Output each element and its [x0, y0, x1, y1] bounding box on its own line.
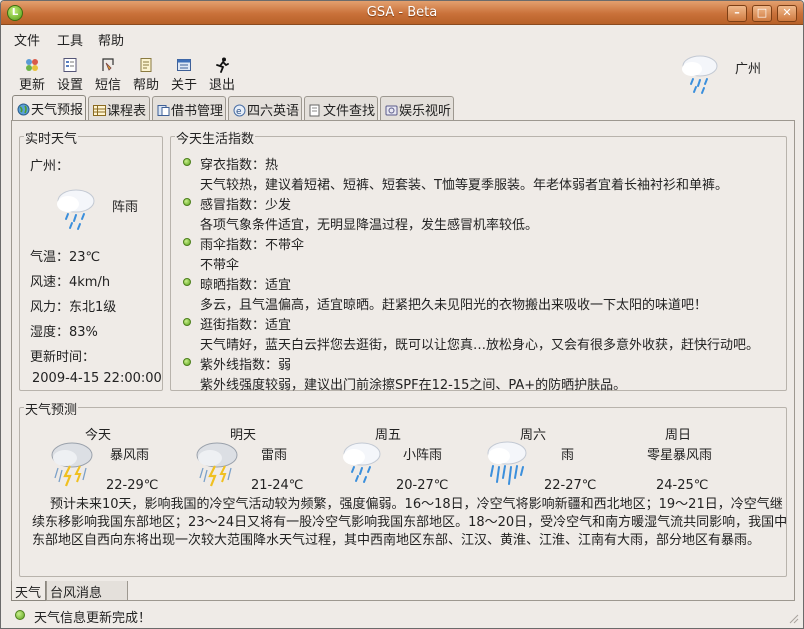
realtime-wind-speed: 风速：4km/h: [30, 275, 111, 290]
svg-text:e: e: [236, 107, 242, 117]
forecast-title: 天气预测: [24, 399, 79, 418]
menu-tools[interactable]: 工具: [57, 30, 83, 49]
file-search-icon: [309, 104, 320, 117]
english-icon: e: [233, 104, 246, 117]
table-icon: [93, 105, 106, 116]
sms-icon: [102, 58, 114, 71]
status-text: 天气信息更新完成！: [34, 611, 152, 626]
globe-icon: [17, 103, 30, 116]
forecast-condition: 雨: [561, 448, 575, 463]
realtime-update-label: 更新时间：: [30, 350, 96, 365]
tab-weather[interactable]: 天气预报: [12, 95, 86, 120]
resize-grip-icon[interactable]: [787, 612, 799, 624]
menu-file[interactable]: 文件: [14, 30, 40, 49]
forecast-temp: 22-29℃: [106, 478, 159, 493]
life-index-desc: 天气较热，建议着短裙、短裤、短套装、T恤等夏季服装。年老体弱者宜着长袖衬衫和单裤…: [200, 178, 728, 193]
tab-weather-info[interactable]: 天气: [11, 581, 46, 601]
forecast-condition: 零星暴风雨: [647, 448, 713, 463]
app-window: L GSA - Beta – □ ✕ 文件 工具 帮助 更新 设置 短信 帮助 …: [0, 0, 804, 629]
life-index-title-text: 晾晒指数：适宜: [200, 278, 292, 293]
realtime-weather-group: 实时天气 广州： 阵雨 气温：23℃ 风速：4km/h 风力：东北1级 湿度：8…: [19, 128, 163, 391]
realtime-temperature: 气温：23℃: [30, 250, 101, 265]
exit-button[interactable]: 退出: [204, 57, 240, 93]
exit-icon: [216, 57, 229, 73]
tab-library[interactable]: 借书管理: [152, 96, 226, 120]
status-bar: 天气信息更新完成！: [1, 603, 803, 627]
close-button[interactable]: ✕: [777, 5, 797, 22]
sms-button[interactable]: 短信: [90, 57, 126, 93]
settings-icon: [63, 58, 77, 72]
realtime-city: 广州：: [30, 159, 70, 174]
forecast-day: 周日: [664, 428, 691, 443]
life-index-title-text: 雨伞指数：不带伞: [200, 238, 305, 253]
settings-button[interactable]: 设置: [52, 57, 88, 93]
realtime-update-time: 2009-4-15 22:00:00: [32, 371, 162, 386]
media-icon: [385, 105, 398, 116]
book-icon: [157, 105, 170, 116]
bullet-icon: [183, 158, 191, 166]
tab-schedule[interactable]: 课程表: [88, 96, 150, 120]
weather-panel: 实时天气 广州： 阵雨 气温：23℃ 风速：4km/h 风力：东北1级 湿度：8…: [11, 120, 795, 601]
forecast-condition: 雷雨: [261, 448, 288, 463]
bullet-icon: [183, 318, 191, 326]
thunderstorm-icon: [196, 442, 238, 487]
maximize-button[interactable]: □: [752, 5, 772, 22]
shower-icon: [682, 55, 718, 94]
life-index-title: 今天生活指数: [175, 128, 256, 147]
about-button[interactable]: 关于: [166, 57, 202, 93]
bullet-icon: [183, 198, 191, 206]
tab-file-search[interactable]: 文件查找: [304, 96, 378, 120]
menu-bar: 文件 工具 帮助: [1, 26, 803, 50]
header-city-name: 广州: [735, 62, 762, 77]
forecast-temp: 22-27℃: [544, 478, 597, 493]
life-index-desc: 多云，且气温偏高，适宜晾晒。赶紧把久未见阳光的衣物搬出来吸收一下太阳的味道吧！: [200, 298, 708, 313]
minimize-button[interactable]: –: [727, 5, 747, 22]
life-index-desc: 不带伞: [200, 258, 240, 273]
thunderstorm-icon: [51, 442, 93, 487]
life-index-desc: 天气晴好，蓝天白云拌您去逛街，既可以让您真…放松身心，又会有很多意外收获，赶快行…: [200, 338, 760, 353]
help-icon: [140, 58, 152, 72]
tab-entertainment[interactable]: 娱乐视听: [380, 96, 454, 120]
realtime-wind-force: 风力：东北1级: [30, 300, 117, 315]
life-index-group: 今天生活指数 穿衣指数：热 天气较热，建议着短裙、短裤、短套装、T恤等夏季服装。…: [170, 128, 787, 393]
life-index-title-text: 逛街指数：适宜: [200, 318, 292, 333]
update-button[interactable]: 更新: [14, 57, 50, 93]
menu-help[interactable]: 帮助: [98, 30, 124, 49]
about-icon: [177, 59, 191, 71]
bullet-icon: [183, 238, 191, 246]
status-ok-icon: [15, 610, 25, 620]
realtime-condition: 阵雨: [112, 200, 139, 215]
life-index-desc: 各项气象条件适宜，无明显降温过程，发生感冒机率较低。: [200, 218, 539, 233]
life-index-desc: 紫外线强度较弱，建议出门前涂擦SPF在12-15之间、PA+的防晒护肤品。: [200, 378, 627, 393]
forecast-temp: 20-27℃: [396, 478, 449, 493]
forecast-summary: 预计未来10天，影响我国的冷空气活动较为频繁，强度偏弱。16～18日，冷空气将影…: [32, 497, 788, 548]
forecast-temp: 21-24℃: [251, 478, 304, 493]
forecast-condition: 小阵雨: [403, 448, 443, 463]
realtime-weather-title: 实时天气: [24, 128, 79, 147]
bullet-icon: [183, 358, 191, 366]
tab-cet-english[interactable]: e 四六英语: [228, 96, 302, 120]
forecast-condition: 暴风雨: [110, 448, 150, 463]
bullet-icon: [183, 278, 191, 286]
update-icon: [26, 59, 38, 71]
title-bar[interactable]: L GSA - Beta – □ ✕: [1, 1, 803, 25]
forecast-group: 天气预测 今天 暴风雨 22-29℃ 明天 雷雨 21-24℃ 周五 小阵雨 2…: [19, 399, 788, 577]
shower-icon: [57, 189, 95, 230]
life-index-title-text: 紫外线指数：弱: [200, 358, 292, 373]
tab-typhoon-news[interactable]: 台风消息: [46, 581, 128, 601]
rain-icon: [487, 441, 527, 485]
life-index-title-text: 穿衣指数：热: [200, 158, 279, 173]
help-button[interactable]: 帮助: [128, 57, 164, 93]
forecast-temp: 24-25℃: [656, 478, 709, 493]
light-shower-icon: [343, 442, 381, 483]
window-title: GSA - Beta: [366, 5, 438, 20]
realtime-humidity: 湿度：83%: [30, 325, 98, 340]
life-index-title-text: 感冒指数：少发: [200, 198, 292, 213]
